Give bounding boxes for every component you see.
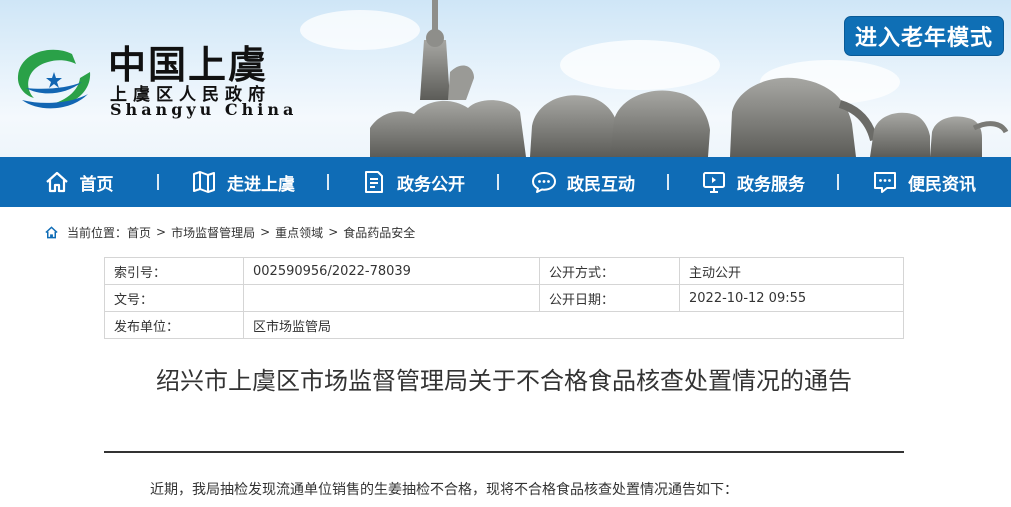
government-logo-icon[interactable] — [12, 42, 96, 112]
index-value: 002590956/2022-78039 — [243, 257, 540, 285]
breadcrumb-link-food-drug-safety[interactable]: 食品药品安全 — [343, 224, 415, 241]
publisher-label: 发布单位： — [104, 311, 244, 339]
site-header: 中国上虞 上虞区人民政府 Shangyu China 进入老年模式 — [0, 0, 1011, 157]
nav-divider — [497, 174, 499, 190]
date-label: 公开日期： — [539, 284, 680, 312]
nav-item-interaction[interactable]: 政民互动 — [499, 157, 667, 207]
article-title: 绍兴市上虞区市场监督管理局关于不合格食品核查处置情况的通告 — [156, 367, 852, 395]
docno-label: 文号： — [104, 284, 244, 312]
publisher-value: 区市场监管局 — [243, 311, 904, 339]
nav-item-gov-info[interactable]: 政务公开 — [329, 157, 497, 207]
article-intro-paragraph: 近期，我局抽检发现流通单位销售的生姜抽检不合格，现将不合格食品核查处置情况通告如… — [150, 482, 738, 498]
nav-item-label: 政务公开 — [397, 174, 465, 195]
breadcrumb-separator: > — [260, 225, 271, 239]
map-icon — [193, 171, 215, 193]
docno-value — [243, 284, 540, 312]
breadcrumb-link-key-areas[interactable]: 重点领域 — [275, 224, 323, 241]
table-row: 发布单位： 区市场监管局 — [104, 311, 904, 339]
breadcrumb: 当前位置： 首页 > 市场监督管理局 > 重点领域 > 食品药品安全 — [44, 223, 415, 241]
nav-divider — [667, 174, 669, 190]
nav-item-about[interactable]: 走进上虞 — [159, 157, 327, 207]
index-label: 索引号： — [104, 257, 244, 285]
nav-item-label: 政务服务 — [737, 174, 805, 195]
document-info-table: 索引号： 002590956/2022-78039 公开方式： 主动公开 文号：… — [104, 257, 904, 339]
table-row: 文号： 公开日期： 2022-10-12 09:55 — [104, 284, 904, 312]
date-value: 2022-10-12 09:55 — [679, 284, 904, 312]
nav-item-public-info[interactable]: 便民资讯 — [839, 157, 1009, 207]
brand-english: Shangyu China — [110, 100, 298, 119]
nav-divider — [157, 174, 159, 190]
chat-icon — [532, 172, 556, 193]
nav-divider — [837, 174, 839, 190]
method-label: 公开方式： — [539, 257, 680, 285]
breadcrumb-separator: > — [156, 225, 167, 239]
breadcrumb-link-home[interactable]: 首页 — [127, 224, 151, 241]
nav-item-label: 便民资讯 — [908, 174, 976, 195]
nav-item-label: 首页 — [79, 174, 114, 195]
table-row: 索引号： 002590956/2022-78039 公开方式： 主动公开 — [104, 257, 904, 285]
title-divider — [104, 451, 904, 453]
breadcrumb-prefix: 当前位置： — [67, 225, 128, 240]
breadcrumb-link-market-bureau[interactable]: 市场监督管理局 — [171, 224, 255, 241]
main-nav: 首页 走进上虞 政务公开 政民互动 政务服务 便民资讯 — [0, 157, 1011, 207]
method-value: 主动公开 — [679, 257, 904, 285]
message-icon — [874, 172, 896, 193]
nav-divider — [327, 174, 329, 190]
nav-item-label: 政民互动 — [567, 174, 635, 195]
breadcrumb-separator: > — [328, 225, 339, 239]
document-icon — [365, 171, 383, 193]
nav-item-services[interactable]: 政务服务 — [669, 157, 837, 207]
elder-mode-button[interactable]: 进入老年模式 — [844, 16, 1004, 56]
nav-item-label: 走进上虞 — [227, 174, 295, 195]
nav-item-home[interactable]: 首页 — [0, 157, 157, 207]
home-icon — [45, 225, 58, 238]
home-icon — [45, 171, 68, 193]
monitor-icon — [703, 172, 725, 193]
